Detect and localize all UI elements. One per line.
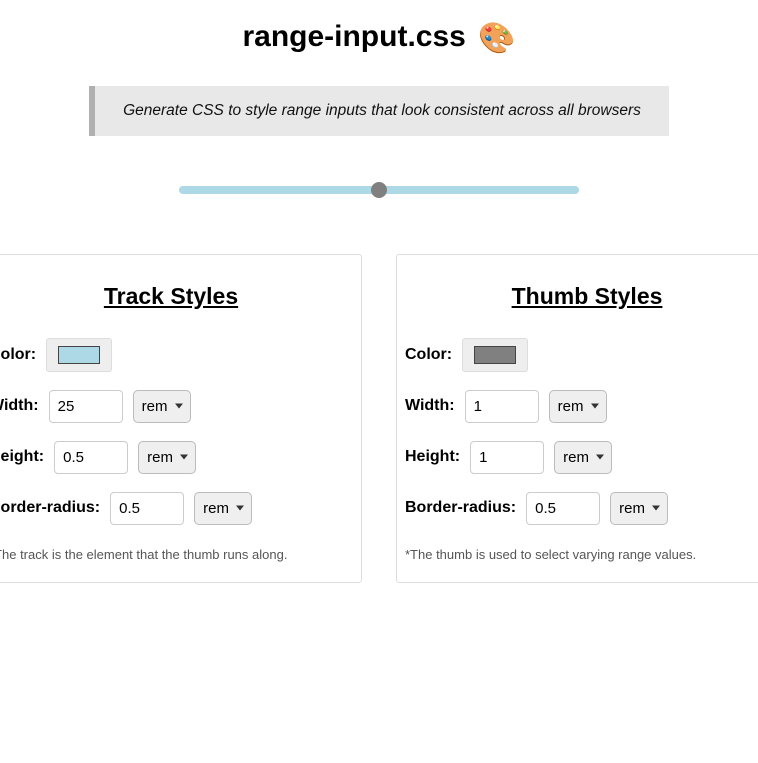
thumb-height-unit-select[interactable]: rem bbox=[554, 441, 612, 474]
thumb-border-radius-label: Border-radius: bbox=[405, 499, 516, 517]
thumb-width-unit-select[interactable]: rem bbox=[549, 390, 607, 423]
thumb-color-label: Color: bbox=[405, 346, 452, 364]
thumb-border-radius-row: Border-radius: rem bbox=[405, 492, 758, 525]
title-text: range-input.css bbox=[242, 20, 465, 53]
track-panel: Track Styles Color: Width: rem Height: r… bbox=[0, 254, 362, 583]
track-border-radius-label: Border-radius: bbox=[0, 499, 100, 517]
thumb-border-radius-unit-select[interactable]: rem bbox=[610, 492, 668, 525]
track-color-input[interactable] bbox=[46, 338, 112, 372]
track-height-label: Height: bbox=[0, 448, 44, 466]
thumb-note: *The thumb is used to select varying ran… bbox=[405, 547, 758, 562]
palette-icon: 🎨 bbox=[478, 21, 515, 56]
track-height-row: Height: rem bbox=[0, 441, 353, 474]
demo-slider-wrap bbox=[0, 186, 758, 194]
track-height-input[interactable] bbox=[54, 441, 128, 474]
track-border-radius-unit-select[interactable]: rem bbox=[194, 492, 252, 525]
track-panel-title: Track Styles bbox=[0, 283, 353, 310]
thumb-panel: Thumb Styles Color: Width: rem Height: r… bbox=[396, 254, 758, 583]
thumb-color-swatch bbox=[474, 346, 516, 364]
thumb-height-row: Height: rem bbox=[405, 441, 758, 474]
track-width-row: Width: rem bbox=[0, 390, 353, 423]
thumb-height-input[interactable] bbox=[470, 441, 544, 474]
track-note: *The track is the element that the thumb… bbox=[0, 547, 353, 562]
thumb-color-input[interactable] bbox=[462, 338, 528, 372]
track-border-radius-input[interactable] bbox=[110, 492, 184, 525]
panels-container: Track Styles Color: Width: rem Height: r… bbox=[0, 254, 758, 583]
track-border-radius-row: Border-radius: rem bbox=[0, 492, 353, 525]
description-text: Generate CSS to style range inputs that … bbox=[123, 102, 641, 119]
track-color-label: Color: bbox=[0, 346, 36, 364]
demo-range-input[interactable] bbox=[179, 186, 579, 194]
thumb-width-label: Width: bbox=[405, 397, 455, 415]
description-block: Generate CSS to style range inputs that … bbox=[89, 86, 669, 136]
page-title: range-input.css 🎨 bbox=[0, 20, 758, 56]
track-width-input[interactable] bbox=[49, 390, 123, 423]
thumb-panel-title: Thumb Styles bbox=[405, 283, 758, 310]
track-width-label: Width: bbox=[0, 397, 39, 415]
track-color-row: Color: bbox=[0, 338, 353, 372]
track-height-unit-select[interactable]: rem bbox=[138, 441, 196, 474]
thumb-width-row: Width: rem bbox=[405, 390, 758, 423]
track-color-swatch bbox=[58, 346, 100, 364]
track-width-unit-select[interactable]: rem bbox=[133, 390, 191, 423]
thumb-border-radius-input[interactable] bbox=[526, 492, 600, 525]
thumb-width-input[interactable] bbox=[465, 390, 539, 423]
thumb-height-label: Height: bbox=[405, 448, 460, 466]
thumb-color-row: Color: bbox=[405, 338, 758, 372]
